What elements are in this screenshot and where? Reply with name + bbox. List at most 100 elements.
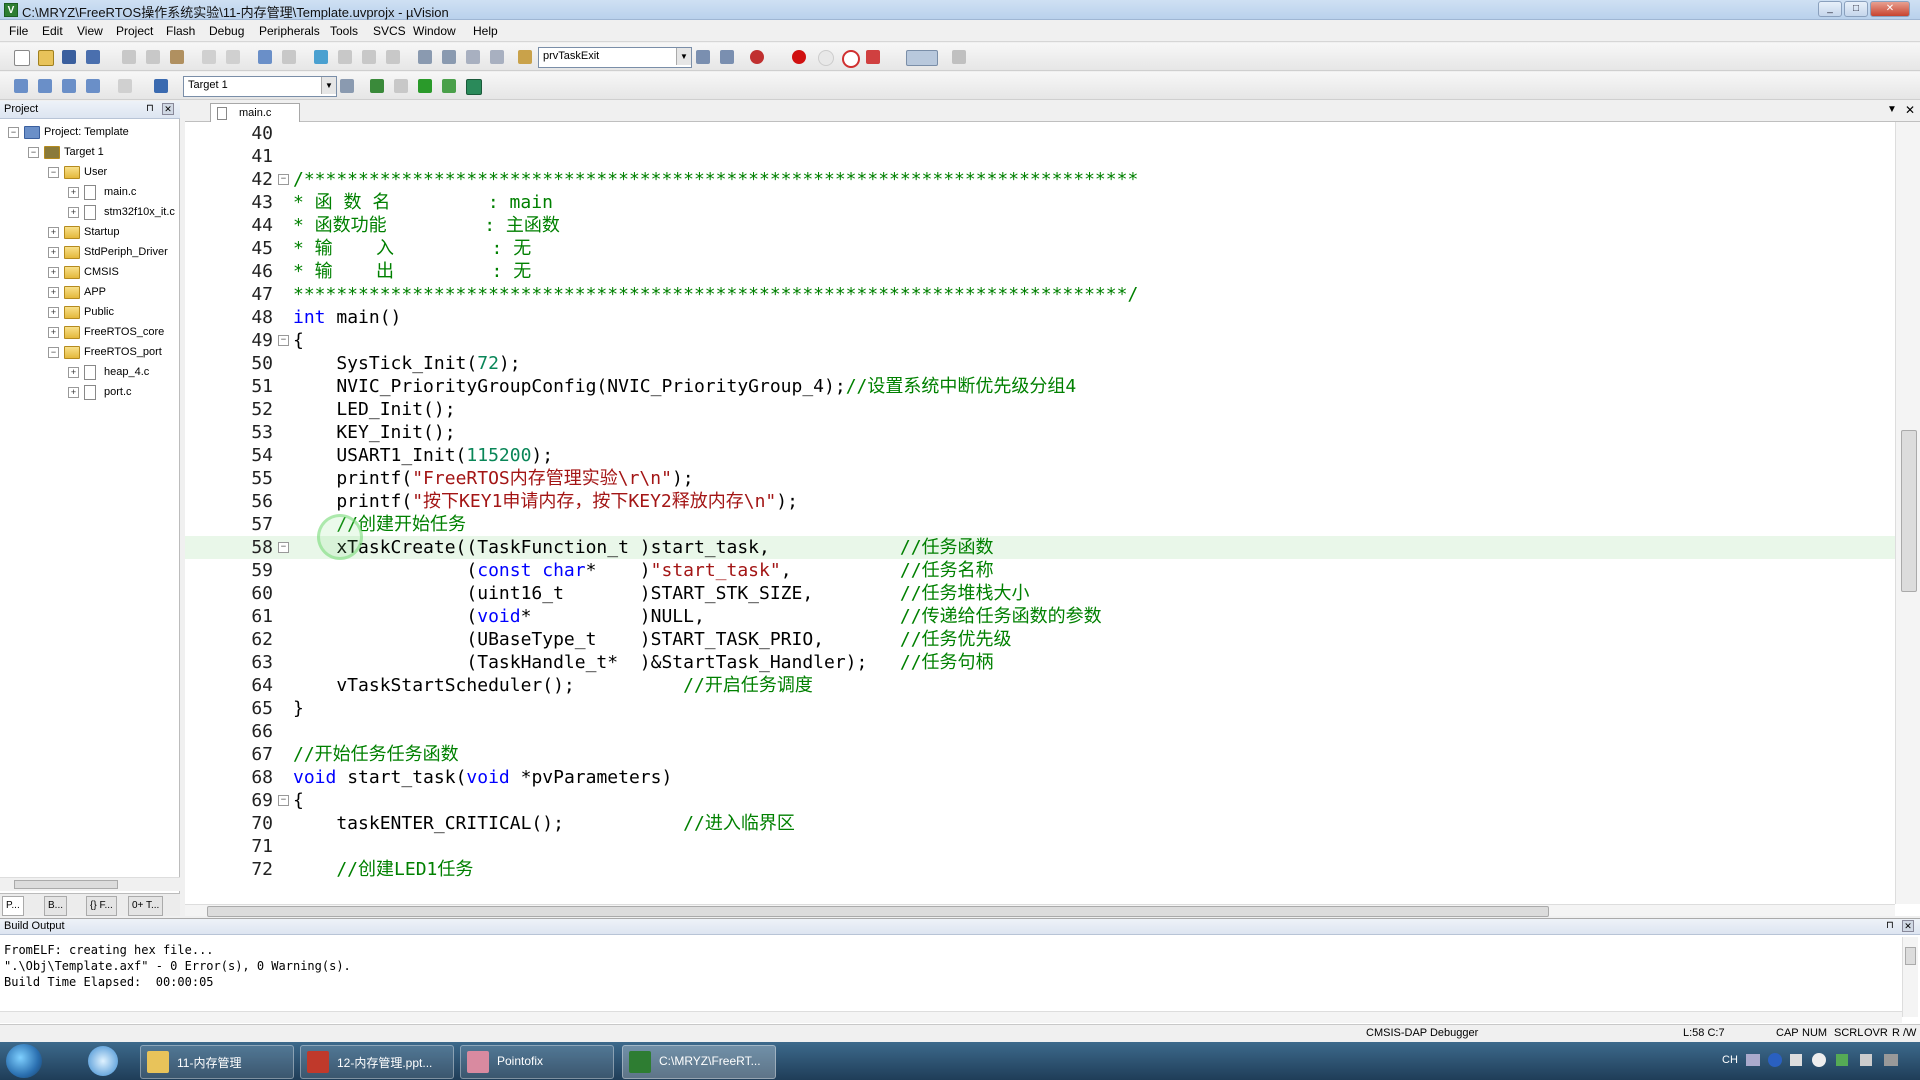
tree-item[interactable]: + CMSIS: [0, 263, 180, 281]
code-line[interactable]: 51 NVIC_PriorityGroupConfig(NVIC_Priorit…: [185, 375, 1895, 398]
code-line[interactable]: 66: [185, 720, 1895, 743]
volume-icon[interactable]: [1860, 1054, 1872, 1066]
redo-icon[interactable]: [224, 48, 242, 66]
collapse-icon[interactable]: −: [28, 147, 39, 158]
menu-window[interactable]: Window: [413, 24, 456, 38]
help-icon[interactable]: [1768, 1053, 1782, 1067]
tree-item[interactable]: + port.c: [0, 383, 180, 401]
expand-icon[interactable]: +: [48, 227, 59, 238]
show-desktop-icon[interactable]: [1884, 1054, 1898, 1066]
taskbar-item-powerpoint[interactable]: 12-内存管理.ppt...: [300, 1045, 454, 1079]
tab-main-c[interactable]: main.c: [210, 103, 300, 123]
breakpoint-kill-icon[interactable]: [840, 48, 860, 68]
bookmark-clear-icon[interactable]: [384, 48, 402, 66]
minimize-button[interactable]: _: [1818, 1, 1842, 17]
indent-icon[interactable]: [416, 48, 434, 66]
tab-templates[interactable]: 0+ T...: [128, 896, 164, 916]
tree-item[interactable]: + heap_4.c: [0, 363, 180, 381]
expand-icon[interactable]: +: [48, 287, 59, 298]
code-line[interactable]: 64 vTaskStartScheduler(); //开启任务调度: [185, 674, 1895, 697]
code-line[interactable]: 41: [185, 145, 1895, 168]
find-in-files-icon[interactable]: [516, 48, 534, 66]
code-line[interactable]: 56 printf("按下KEY1申请内存，按下KEY2释放内存\n");: [185, 490, 1895, 513]
menu-debug[interactable]: Debug: [209, 24, 244, 38]
close-icon[interactable]: ✕: [1905, 103, 1915, 117]
tree-item[interactable]: − Project: Template: [0, 123, 180, 141]
stop-build-icon[interactable]: [116, 77, 134, 95]
menu-flash[interactable]: Flash: [166, 24, 195, 38]
comment-icon[interactable]: [464, 48, 482, 66]
configure-icon[interactable]: [950, 48, 968, 66]
code-line[interactable]: 47 **************************************…: [185, 283, 1895, 306]
code-line[interactable]: 53 KEY_Init();: [185, 421, 1895, 444]
expand-icon[interactable]: +: [68, 187, 79, 198]
menu-tools[interactable]: Tools: [330, 24, 358, 38]
breakpoint-disabled-icon[interactable]: [816, 48, 834, 66]
target-combo[interactable]: Target 1 ▼: [183, 76, 337, 97]
manage-components-icon[interactable]: [392, 77, 410, 95]
tree-item[interactable]: − Target 1: [0, 143, 180, 161]
close-icon[interactable]: ✕: [162, 103, 174, 115]
select-packs-icon[interactable]: [440, 77, 458, 95]
close-button[interactable]: ✕: [1870, 1, 1910, 17]
build-output-vscroll[interactable]: [1902, 937, 1918, 1017]
code-line[interactable]: 55 printf("FreeRTOS内存管理实验\r\n");: [185, 467, 1895, 490]
code-line[interactable]: 45 * 输 入 : 无: [185, 237, 1895, 260]
new-file-icon[interactable]: [12, 48, 30, 66]
breakpoint-options-icon[interactable]: [864, 48, 882, 66]
code-line[interactable]: 46 * 输 出 : 无: [185, 260, 1895, 283]
code-line[interactable]: 50 SysTick_Init(72);: [185, 352, 1895, 375]
tray-app-icon[interactable]: [1812, 1053, 1826, 1067]
code-line[interactable]: 65}: [185, 697, 1895, 720]
tree-item[interactable]: + StdPeriph_Driver: [0, 243, 180, 261]
build-icon[interactable]: [36, 77, 54, 95]
bookmark-icon[interactable]: [312, 48, 330, 66]
bookmark-prev-icon[interactable]: [336, 48, 354, 66]
chevron-down-icon[interactable]: ▼: [1887, 104, 1897, 115]
code-line[interactable]: 42−/************************************…: [185, 168, 1895, 191]
tree-item[interactable]: + Startup: [0, 223, 180, 241]
chevron-down-icon[interactable]: ▼: [321, 77, 336, 94]
breakpoint-icon[interactable]: [790, 48, 808, 66]
code-line[interactable]: 67 //开始任务任务函数: [185, 743, 1895, 766]
tree-item[interactable]: + APP: [0, 283, 180, 301]
expand-icon[interactable]: +: [48, 267, 59, 278]
menu-project[interactable]: Project: [116, 24, 153, 38]
batch-build-icon[interactable]: [84, 77, 102, 95]
fold-toggle-icon[interactable]: −: [278, 335, 289, 346]
start-button[interactable]: [6, 1044, 42, 1078]
code-view[interactable]: 40 41 42−/********************************…: [185, 122, 1895, 904]
code-line[interactable]: 58− xTaskCreate((TaskFunction_t )start_t…: [185, 536, 1895, 559]
tree-item[interactable]: + FreeRTOS_core: [0, 323, 180, 341]
fold-toggle-icon[interactable]: −: [278, 174, 289, 185]
code-line[interactable]: 62 (UBaseType_t )START_TASK_PRIO, //任务优先…: [185, 628, 1895, 651]
undo-icon[interactable]: [200, 48, 218, 66]
code-line[interactable]: 71: [185, 835, 1895, 858]
maximize-button[interactable]: □: [1844, 1, 1868, 17]
code-line[interactable]: 59 (const char* )"start_task", //任务名称: [185, 559, 1895, 582]
expand-icon[interactable]: +: [68, 367, 79, 378]
fold-toggle-icon[interactable]: −: [278, 795, 289, 806]
expand-icon[interactable]: +: [48, 247, 59, 258]
tree-item[interactable]: − FreeRTOS_port: [0, 343, 180, 361]
fold-toggle-icon[interactable]: −: [278, 542, 289, 553]
tree-hscroll-thumb[interactable]: [14, 880, 118, 889]
tab-books[interactable]: B...: [44, 896, 68, 916]
tab-project[interactable]: P...: [2, 896, 24, 916]
code-line[interactable]: 43 * 函 数 名 : main: [185, 191, 1895, 214]
rebuild-icon[interactable]: [60, 77, 78, 95]
code-line[interactable]: 68 void start_task(void *pvParameters): [185, 766, 1895, 789]
collapse-icon[interactable]: −: [48, 167, 59, 178]
tab-functions[interactable]: {} F...: [86, 896, 117, 916]
quicklaunch-icon[interactable]: [88, 1046, 118, 1076]
code-line[interactable]: 40: [185, 122, 1895, 145]
open-file-icon[interactable]: [36, 48, 54, 66]
expand-icon[interactable]: +: [48, 307, 59, 318]
taskbar-item-uvision[interactable]: C:\MRYZ\FreeRT...: [622, 1045, 776, 1079]
code-line[interactable]: 57 //创建开始任务: [185, 513, 1895, 536]
expand-icon[interactable]: +: [68, 207, 79, 218]
code-line[interactable]: 52 LED_Init();: [185, 398, 1895, 421]
build-output-hscroll[interactable]: [0, 1011, 1902, 1023]
tray-network-icon[interactable]: [1836, 1054, 1848, 1066]
menu-peripherals[interactable]: Peripherals: [259, 24, 320, 38]
